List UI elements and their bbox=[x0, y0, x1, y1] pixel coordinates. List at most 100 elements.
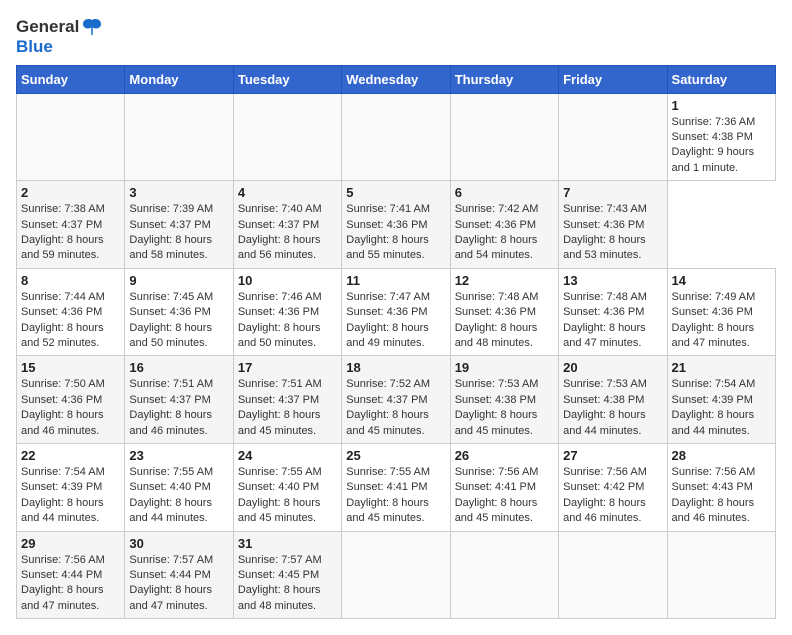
day-info: Sunrise: 7:54 AMSunset: 4:39 PMDaylight:… bbox=[672, 377, 771, 439]
day-info: Sunrise: 7:49 AMSunset: 4:36 PMDaylight:… bbox=[672, 290, 771, 352]
day-info: Sunrise: 7:55 AMSunset: 4:41 PMDaylight:… bbox=[346, 465, 445, 527]
day-number: 6 bbox=[455, 185, 554, 200]
day-number: 8 bbox=[21, 273, 120, 288]
calendar-day-19: 19 Sunrise: 7:53 AMSunset: 4:38 PMDaylig… bbox=[450, 356, 558, 444]
calendar-day-25: 25 Sunrise: 7:55 AMSunset: 4:41 PMDaylig… bbox=[342, 443, 450, 531]
column-header-wednesday: Wednesday bbox=[342, 65, 450, 93]
day-info: Sunrise: 7:54 AMSunset: 4:39 PMDaylight:… bbox=[21, 465, 120, 527]
day-number: 4 bbox=[238, 185, 337, 200]
calendar-day-1: 1 Sunrise: 7:36 AMSunset: 4:38 PMDayligh… bbox=[667, 93, 775, 181]
empty-cell bbox=[342, 93, 450, 181]
calendar-day-31: 31 Sunrise: 7:57 AMSunset: 4:45 PMDaylig… bbox=[233, 531, 341, 619]
day-info: Sunrise: 7:53 AMSunset: 4:38 PMDaylight:… bbox=[563, 377, 662, 439]
column-header-monday: Monday bbox=[125, 65, 233, 93]
day-number: 29 bbox=[21, 536, 120, 551]
day-number: 16 bbox=[129, 360, 228, 375]
day-number: 21 bbox=[672, 360, 771, 375]
day-info: Sunrise: 7:46 AMSunset: 4:36 PMDaylight:… bbox=[238, 290, 337, 352]
day-info: Sunrise: 7:48 AMSunset: 4:36 PMDaylight:… bbox=[455, 290, 554, 352]
calendar-week-2: 2 Sunrise: 7:38 AMSunset: 4:37 PMDayligh… bbox=[17, 181, 776, 269]
day-info: Sunrise: 7:56 AMSunset: 4:41 PMDaylight:… bbox=[455, 465, 554, 527]
calendar-day-28: 28 Sunrise: 7:56 AMSunset: 4:43 PMDaylig… bbox=[667, 443, 775, 531]
calendar-day-3: 3 Sunrise: 7:39 AMSunset: 4:37 PMDayligh… bbox=[125, 181, 233, 269]
day-number: 19 bbox=[455, 360, 554, 375]
column-header-tuesday: Tuesday bbox=[233, 65, 341, 93]
empty-cell bbox=[559, 531, 667, 619]
calendar-day-15: 15 Sunrise: 7:50 AMSunset: 4:36 PMDaylig… bbox=[17, 356, 125, 444]
calendar-week-4: 15 Sunrise: 7:50 AMSunset: 4:36 PMDaylig… bbox=[17, 356, 776, 444]
column-header-saturday: Saturday bbox=[667, 65, 775, 93]
empty-cell bbox=[125, 93, 233, 181]
column-header-sunday: Sunday bbox=[17, 65, 125, 93]
day-number: 30 bbox=[129, 536, 228, 551]
calendar-day-11: 11 Sunrise: 7:47 AMSunset: 4:36 PMDaylig… bbox=[342, 268, 450, 356]
calendar-day-5: 5 Sunrise: 7:41 AMSunset: 4:36 PMDayligh… bbox=[342, 181, 450, 269]
calendar-day-2: 2 Sunrise: 7:38 AMSunset: 4:37 PMDayligh… bbox=[17, 181, 125, 269]
empty-cell bbox=[667, 531, 775, 619]
calendar-day-10: 10 Sunrise: 7:46 AMSunset: 4:36 PMDaylig… bbox=[233, 268, 341, 356]
calendar-week-1: 1 Sunrise: 7:36 AMSunset: 4:38 PMDayligh… bbox=[17, 93, 776, 181]
empty-cell bbox=[450, 531, 558, 619]
calendar-day-26: 26 Sunrise: 7:56 AMSunset: 4:41 PMDaylig… bbox=[450, 443, 558, 531]
day-info: Sunrise: 7:55 AMSunset: 4:40 PMDaylight:… bbox=[129, 465, 228, 527]
empty-cell bbox=[342, 531, 450, 619]
day-number: 1 bbox=[672, 98, 771, 113]
day-info: Sunrise: 7:51 AMSunset: 4:37 PMDaylight:… bbox=[129, 377, 228, 439]
day-info: Sunrise: 7:50 AMSunset: 4:36 PMDaylight:… bbox=[21, 377, 120, 439]
empty-cell bbox=[17, 93, 125, 181]
day-number: 11 bbox=[346, 273, 445, 288]
day-number: 22 bbox=[21, 448, 120, 463]
day-number: 9 bbox=[129, 273, 228, 288]
calendar-header-row: SundayMondayTuesdayWednesdayThursdayFrid… bbox=[17, 65, 776, 93]
day-number: 18 bbox=[346, 360, 445, 375]
day-number: 26 bbox=[455, 448, 554, 463]
day-info: Sunrise: 7:56 AMSunset: 4:43 PMDaylight:… bbox=[672, 465, 771, 527]
day-number: 7 bbox=[563, 185, 662, 200]
day-number: 24 bbox=[238, 448, 337, 463]
day-number: 13 bbox=[563, 273, 662, 288]
calendar-day-29: 29 Sunrise: 7:56 AMSunset: 4:44 PMDaylig… bbox=[17, 531, 125, 619]
day-info: Sunrise: 7:52 AMSunset: 4:37 PMDaylight:… bbox=[346, 377, 445, 439]
day-number: 2 bbox=[21, 185, 120, 200]
page-header: General Blue bbox=[16, 16, 776, 57]
day-number: 31 bbox=[238, 536, 337, 551]
day-info: Sunrise: 7:39 AMSunset: 4:37 PMDaylight:… bbox=[129, 202, 228, 264]
logo-text-blue: Blue bbox=[16, 38, 103, 57]
calendar-day-22: 22 Sunrise: 7:54 AMSunset: 4:39 PMDaylig… bbox=[17, 443, 125, 531]
logo-container: General Blue bbox=[16, 16, 103, 57]
day-info: Sunrise: 7:48 AMSunset: 4:36 PMDaylight:… bbox=[563, 290, 662, 352]
calendar-day-4: 4 Sunrise: 7:40 AMSunset: 4:37 PMDayligh… bbox=[233, 181, 341, 269]
column-header-thursday: Thursday bbox=[450, 65, 558, 93]
day-number: 10 bbox=[238, 273, 337, 288]
calendar-day-7: 7 Sunrise: 7:43 AMSunset: 4:36 PMDayligh… bbox=[559, 181, 667, 269]
day-info: Sunrise: 7:55 AMSunset: 4:40 PMDaylight:… bbox=[238, 465, 337, 527]
calendar-day-6: 6 Sunrise: 7:42 AMSunset: 4:36 PMDayligh… bbox=[450, 181, 558, 269]
day-number: 17 bbox=[238, 360, 337, 375]
column-header-friday: Friday bbox=[559, 65, 667, 93]
calendar-day-24: 24 Sunrise: 7:55 AMSunset: 4:40 PMDaylig… bbox=[233, 443, 341, 531]
calendar-day-30: 30 Sunrise: 7:57 AMSunset: 4:44 PMDaylig… bbox=[125, 531, 233, 619]
day-info: Sunrise: 7:47 AMSunset: 4:36 PMDaylight:… bbox=[346, 290, 445, 352]
day-number: 15 bbox=[21, 360, 120, 375]
calendar-day-21: 21 Sunrise: 7:54 AMSunset: 4:39 PMDaylig… bbox=[667, 356, 775, 444]
day-info: Sunrise: 7:51 AMSunset: 4:37 PMDaylight:… bbox=[238, 377, 337, 439]
day-info: Sunrise: 7:40 AMSunset: 4:37 PMDaylight:… bbox=[238, 202, 337, 264]
day-number: 25 bbox=[346, 448, 445, 463]
calendar-day-8: 8 Sunrise: 7:44 AMSunset: 4:36 PMDayligh… bbox=[17, 268, 125, 356]
calendar-day-12: 12 Sunrise: 7:48 AMSunset: 4:36 PMDaylig… bbox=[450, 268, 558, 356]
day-number: 20 bbox=[563, 360, 662, 375]
calendar-day-16: 16 Sunrise: 7:51 AMSunset: 4:37 PMDaylig… bbox=[125, 356, 233, 444]
logo: General Blue bbox=[16, 16, 103, 57]
day-number: 23 bbox=[129, 448, 228, 463]
calendar-day-13: 13 Sunrise: 7:48 AMSunset: 4:36 PMDaylig… bbox=[559, 268, 667, 356]
day-info: Sunrise: 7:57 AMSunset: 4:44 PMDaylight:… bbox=[129, 553, 228, 615]
empty-cell bbox=[450, 93, 558, 181]
calendar-week-5: 22 Sunrise: 7:54 AMSunset: 4:39 PMDaylig… bbox=[17, 443, 776, 531]
day-info: Sunrise: 7:44 AMSunset: 4:36 PMDaylight:… bbox=[21, 290, 120, 352]
empty-cell bbox=[559, 93, 667, 181]
empty-cell bbox=[233, 93, 341, 181]
day-number: 12 bbox=[455, 273, 554, 288]
day-info: Sunrise: 7:41 AMSunset: 4:36 PMDaylight:… bbox=[346, 202, 445, 264]
day-number: 5 bbox=[346, 185, 445, 200]
day-info: Sunrise: 7:42 AMSunset: 4:36 PMDaylight:… bbox=[455, 202, 554, 264]
